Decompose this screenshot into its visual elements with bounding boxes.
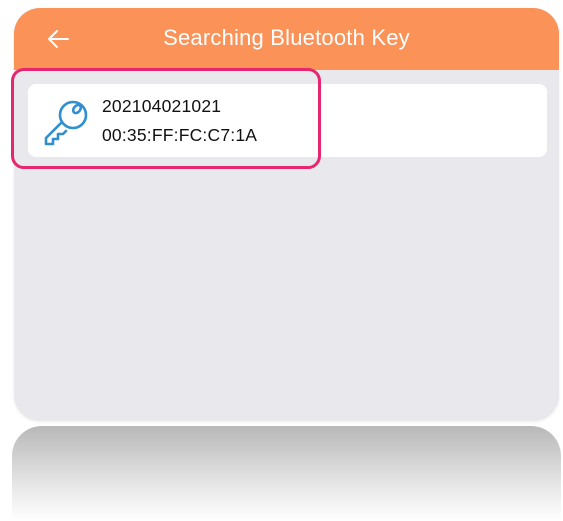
- device-mac-address: 00:35:FF:FC:C7:1A: [102, 125, 258, 145]
- app-screen: Searching Bluetooth Key 202104021021 00:…: [14, 8, 559, 421]
- device-list-item[interactable]: 202104021021 00:35:FF:FC:C7:1A: [28, 84, 547, 157]
- screenshot-stage: Searching Bluetooth Key 202104021021 00:…: [0, 0, 563, 521]
- key-icon: [40, 96, 92, 148]
- app-header: Searching Bluetooth Key: [14, 8, 559, 70]
- screen-reflection: [12, 426, 561, 521]
- device-name: 202104021021: [102, 96, 222, 116]
- page-title: Searching Bluetooth Key: [163, 25, 410, 50]
